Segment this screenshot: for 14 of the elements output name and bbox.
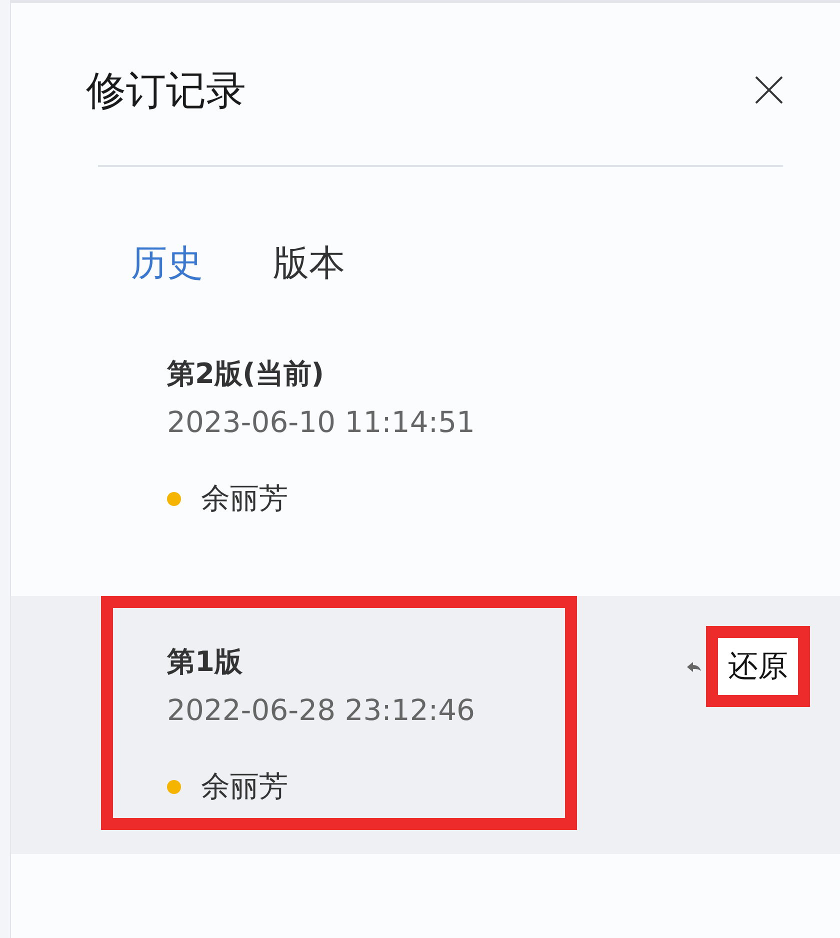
panel-title: 修订记录: [86, 66, 246, 116]
version-time: 2022-06-28 23:12:46: [167, 693, 475, 727]
version-name: 第1版: [167, 644, 244, 680]
version-name: 第2版(当前): [167, 356, 326, 392]
tab[interactable]: 版本: [273, 239, 345, 288]
tab[interactable]: 历史: [131, 239, 203, 288]
author-name: 余丽芳: [201, 768, 288, 805]
version-row[interactable]: 第2版(当前) 2023-06-10 11:14:51 余丽芳: [11, 308, 840, 566]
version-row-highlighted[interactable]: 第1版 2022-06-28 23:12:46 余丽芳 还原: [11, 596, 840, 854]
version-time: 2023-06-10 11:14:51: [167, 405, 475, 439]
restore-button[interactable]: 还原: [706, 626, 810, 707]
close-icon[interactable]: [754, 75, 784, 105]
arrow-icon: [686, 660, 702, 674]
author-name: 余丽芳: [201, 480, 288, 517]
